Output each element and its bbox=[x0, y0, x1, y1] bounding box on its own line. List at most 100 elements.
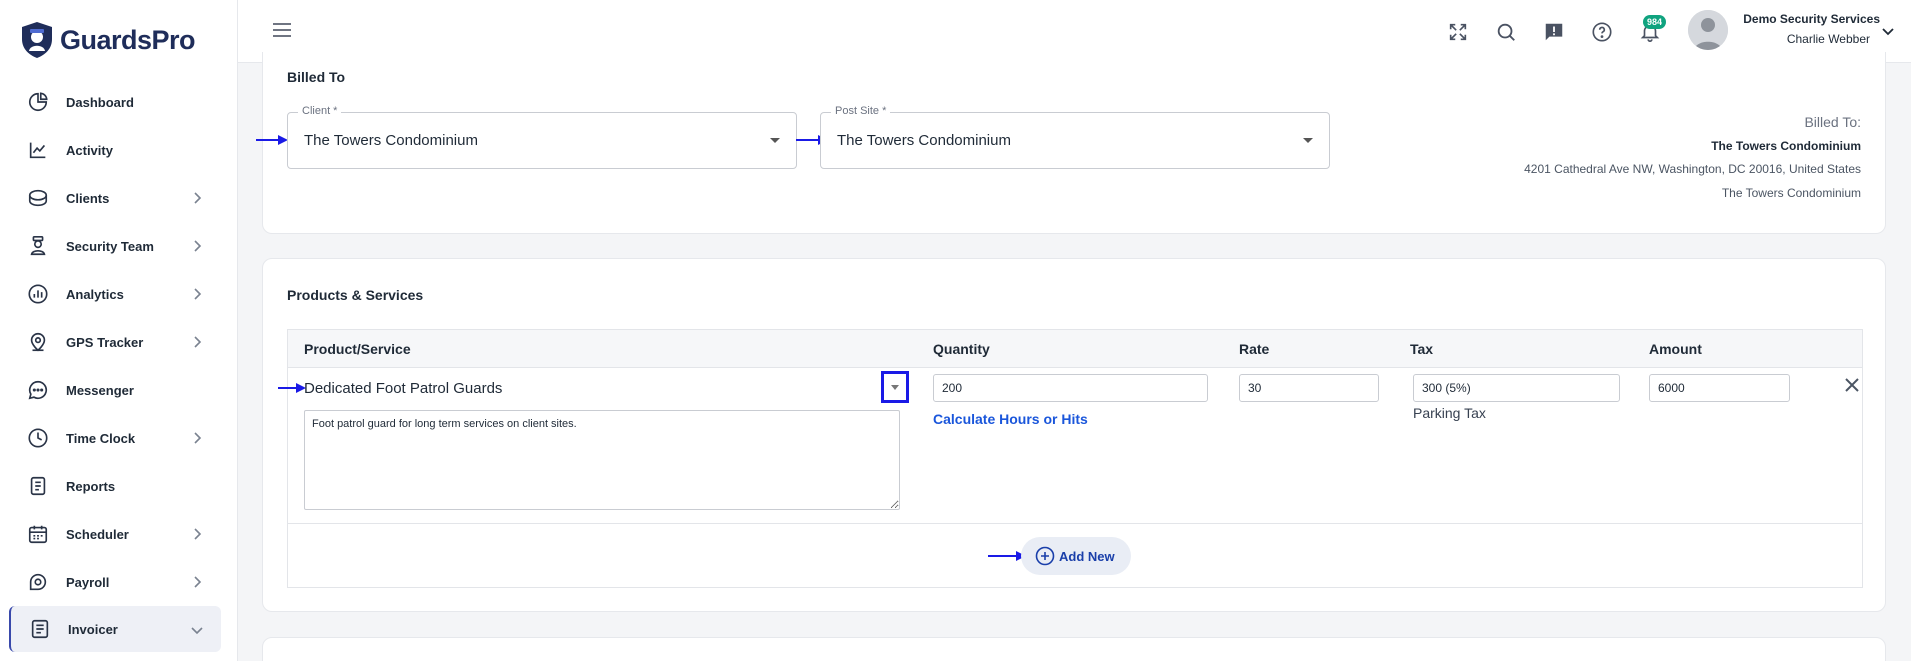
chevron-right-icon bbox=[194, 240, 202, 252]
field-value: The Towers Condominium bbox=[837, 132, 1011, 149]
chevron-down-icon[interactable] bbox=[1881, 24, 1895, 38]
feedback-icon[interactable] bbox=[1542, 20, 1566, 44]
column-header: Amount bbox=[1649, 341, 1702, 357]
user-name[interactable]: Charlie Webber bbox=[1738, 32, 1870, 46]
sidebar-item-label: Invoicer bbox=[68, 621, 118, 637]
chevron-right-icon bbox=[194, 336, 202, 348]
post-site-select[interactable]: Post Site * The Towers Condominium bbox=[820, 105, 1330, 169]
brand-logo[interactable]: GuardsPro bbox=[20, 20, 196, 60]
sidebar-item-reports[interactable]: Reports bbox=[0, 462, 238, 510]
sidebar-item-invoicer[interactable]: Invoicer bbox=[9, 606, 221, 652]
notification-badge: 984 bbox=[1643, 15, 1667, 29]
sidebar-item-label: Security Team bbox=[66, 238, 154, 254]
clock-icon bbox=[26, 426, 50, 450]
sidebar-nav: Dashboard Activity Clients Security Team… bbox=[0, 78, 238, 652]
sidebar-item-time-clock[interactable]: Time Clock bbox=[0, 414, 238, 462]
billed-to-site: The Towers Condominium bbox=[1721, 186, 1861, 200]
sidebar-item-clients[interactable]: Clients bbox=[0, 174, 238, 222]
sidebar-item-label: Time Clock bbox=[66, 430, 136, 446]
plus-circle-icon bbox=[1035, 546, 1055, 566]
client-select[interactable]: Client * The Towers Condominium bbox=[287, 105, 797, 169]
sidebar-item-label: Scheduler bbox=[66, 526, 129, 542]
avatar[interactable] bbox=[1688, 10, 1728, 50]
column-header: Rate bbox=[1239, 341, 1270, 357]
chevron-right-icon bbox=[194, 192, 202, 204]
tax-input[interactable] bbox=[1413, 374, 1620, 402]
add-new-button[interactable]: Add New bbox=[1021, 537, 1131, 575]
column-header: Product/Service bbox=[304, 341, 411, 357]
search-icon[interactable] bbox=[1494, 20, 1518, 44]
activity-icon bbox=[26, 138, 50, 162]
chevron-right-icon bbox=[194, 432, 202, 444]
products-table: Product/Service Quantity Rate Tax Amount… bbox=[278, 329, 1863, 588]
rate-input[interactable] bbox=[1239, 374, 1379, 402]
annotation-arrow bbox=[256, 135, 288, 145]
field-label: Post Site * bbox=[831, 105, 891, 117]
sidebar-item-label: Clients bbox=[66, 190, 110, 206]
sidebar-item-label: Analytics bbox=[66, 286, 124, 302]
chevron-right-icon bbox=[194, 528, 202, 540]
product-dropdown-toggle[interactable] bbox=[881, 371, 909, 403]
dashboard-icon bbox=[26, 90, 50, 114]
section-title: Billed To bbox=[287, 69, 346, 85]
next-section-card bbox=[262, 637, 1886, 661]
fullscreen-icon[interactable] bbox=[1446, 20, 1470, 44]
column-header: Quantity bbox=[933, 341, 990, 357]
field-label: Client * bbox=[298, 105, 342, 117]
clients-icon bbox=[26, 186, 50, 210]
billed-to-name: The Towers Condominium bbox=[1711, 139, 1861, 153]
sidebar-item-security-team[interactable]: Security Team bbox=[0, 222, 238, 270]
product-description-textarea[interactable]: Foot patrol guard for long term services… bbox=[304, 410, 900, 510]
payroll-icon bbox=[26, 570, 50, 594]
sidebar-item-label: Activity bbox=[66, 142, 113, 158]
chevron-right-icon bbox=[194, 288, 202, 300]
amount-input[interactable] bbox=[1649, 374, 1790, 402]
sidebar-item-analytics[interactable]: Analytics bbox=[0, 270, 238, 318]
sidebar-item-messenger[interactable]: Messenger bbox=[0, 366, 238, 414]
caret-down-icon bbox=[770, 138, 780, 143]
calendar-icon bbox=[26, 522, 50, 546]
field-value: The Towers Condominium bbox=[304, 132, 478, 149]
column-header: Tax bbox=[1410, 341, 1434, 357]
brand-name: GuardsPro bbox=[60, 24, 196, 55]
annotation-arrow bbox=[278, 383, 306, 393]
billed-to-card: Billed To Client * The Towers Condominiu… bbox=[256, 52, 1886, 234]
sidebar: GuardsPro Dashboard Activity Clients Sec… bbox=[0, 0, 238, 661]
quantity-input[interactable] bbox=[933, 374, 1208, 402]
tax-name: Parking Tax bbox=[1413, 405, 1486, 421]
sidebar-item-label: Reports bbox=[66, 478, 116, 494]
sidebar-item-activity[interactable]: Activity bbox=[0, 126, 238, 174]
report-icon bbox=[26, 474, 50, 498]
caret-down-icon bbox=[891, 385, 899, 390]
guard-shield-icon bbox=[22, 22, 52, 58]
add-new-label: Add New bbox=[1059, 548, 1115, 564]
location-pin-icon bbox=[26, 330, 50, 354]
hamburger-menu-icon[interactable] bbox=[272, 22, 292, 38]
sidebar-item-payroll[interactable]: Payroll bbox=[0, 558, 238, 606]
sidebar-item-label: Messenger bbox=[66, 382, 134, 398]
chevron-right-icon bbox=[194, 576, 202, 588]
close-icon[interactable] bbox=[1844, 377, 1860, 393]
sidebar-item-scheduler[interactable]: Scheduler bbox=[0, 510, 238, 558]
analytics-icon bbox=[26, 282, 50, 306]
product-select-value[interactable]: Dedicated Foot Patrol Guards bbox=[304, 380, 502, 397]
security-team-icon bbox=[26, 234, 50, 258]
billed-to-heading: Billed To: bbox=[1804, 114, 1861, 130]
invoice-icon bbox=[28, 617, 52, 641]
billed-to-address: 4201 Cathedral Ave NW, Washington, DC 20… bbox=[1524, 162, 1861, 176]
table-header: Product/Service Quantity Rate Tax Amount bbox=[288, 330, 1862, 368]
sidebar-item-gps-tracker[interactable]: GPS Tracker bbox=[0, 318, 238, 366]
sidebar-item-label: GPS Tracker bbox=[66, 334, 144, 350]
chat-bubble-icon bbox=[26, 378, 50, 402]
section-title: Products & Services bbox=[287, 287, 424, 303]
sidebar-item-label: Dashboard bbox=[66, 94, 134, 110]
row-divider bbox=[288, 523, 1862, 524]
caret-down-icon bbox=[1303, 138, 1313, 143]
sidebar-item-label: Payroll bbox=[66, 574, 110, 590]
chevron-down-icon bbox=[191, 627, 203, 635]
sidebar-item-dashboard[interactable]: Dashboard bbox=[0, 78, 238, 126]
products-services-card: Products & Services Product/Service Quan… bbox=[262, 258, 1886, 612]
calculate-hours-link[interactable]: Calculate Hours or Hits bbox=[933, 411, 1088, 427]
user-company[interactable]: Demo Security Services bbox=[1738, 12, 1880, 26]
help-icon[interactable] bbox=[1590, 20, 1614, 44]
